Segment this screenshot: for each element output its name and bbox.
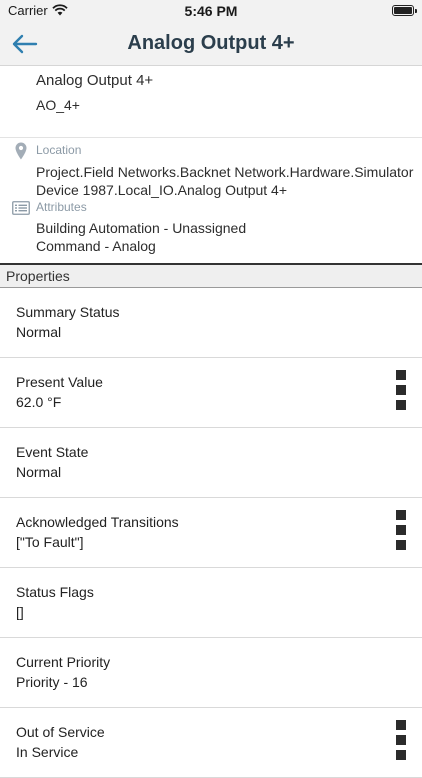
divider bbox=[0, 137, 422, 138]
property-value: ["To Fault"] bbox=[16, 534, 84, 550]
property-value: In Service bbox=[16, 744, 79, 760]
property-row-summary-status[interactable]: Summary Status Normal bbox=[0, 288, 422, 358]
property-row-current-priority[interactable]: Current Priority Priority - 16 bbox=[0, 638, 422, 708]
property-row-out-of-service[interactable]: Out of Service In Service bbox=[0, 708, 422, 778]
location-line-1: Project.Field Networks.Backnet Network.H… bbox=[36, 164, 414, 180]
location-pin-icon bbox=[15, 142, 27, 165]
location-line-2: Device 1987.Local_IO.Analog Output 4+ bbox=[36, 182, 288, 198]
properties-title: Properties bbox=[6, 268, 70, 284]
property-label: Summary Status bbox=[16, 304, 120, 320]
property-row-status-flags[interactable]: Status Flags [] bbox=[0, 568, 422, 638]
navigation-bar: Analog Output 4+ bbox=[0, 22, 422, 66]
status-bar: Carrier 5:46 PM bbox=[0, 0, 422, 22]
attributes-line-1: Building Automation - Unassigned bbox=[36, 220, 247, 236]
property-value: Priority - 16 bbox=[16, 674, 88, 690]
property-value: [] bbox=[16, 604, 24, 620]
clock: 5:46 PM bbox=[184, 3, 238, 19]
page-title: Analog Output 4+ bbox=[127, 32, 295, 54]
attributes-line-2: Command - Analog bbox=[36, 238, 156, 254]
property-row-acknowledged-transitions[interactable]: Acknowledged Transitions ["To Fault"] bbox=[0, 498, 422, 568]
battery-icon bbox=[392, 5, 417, 16]
property-label: Out of Service bbox=[16, 724, 105, 740]
command-menu-icon[interactable] bbox=[396, 720, 406, 765]
attributes-list-icon bbox=[12, 201, 30, 220]
attributes-label: Attributes bbox=[36, 200, 87, 214]
property-label: Event State bbox=[16, 444, 89, 460]
location-label: Location bbox=[36, 143, 82, 157]
property-row-present-value[interactable]: Present Value 62.0 °F bbox=[0, 358, 422, 428]
object-header: Analog Output 4+ AO_4+ bbox=[36, 72, 153, 113]
properties-section-header: Properties bbox=[0, 263, 422, 288]
object-name: Analog Output 4+ bbox=[36, 72, 154, 89]
property-row-event-state[interactable]: Event State Normal bbox=[0, 428, 422, 498]
object-id: AO_4+ bbox=[36, 97, 80, 113]
property-value: 62.0 °F bbox=[16, 394, 62, 410]
command-menu-icon[interactable] bbox=[396, 510, 406, 555]
property-value: Normal bbox=[16, 324, 62, 340]
property-label: Current Priority bbox=[16, 654, 111, 670]
property-label: Status Flags bbox=[16, 584, 94, 600]
property-label: Present Value bbox=[16, 374, 103, 390]
property-label: Acknowledged Transitions bbox=[16, 514, 179, 530]
properties-list: Summary Status Normal Present Value 62.0… bbox=[0, 288, 422, 778]
command-menu-icon[interactable] bbox=[396, 370, 406, 415]
property-value: Normal bbox=[16, 464, 62, 480]
